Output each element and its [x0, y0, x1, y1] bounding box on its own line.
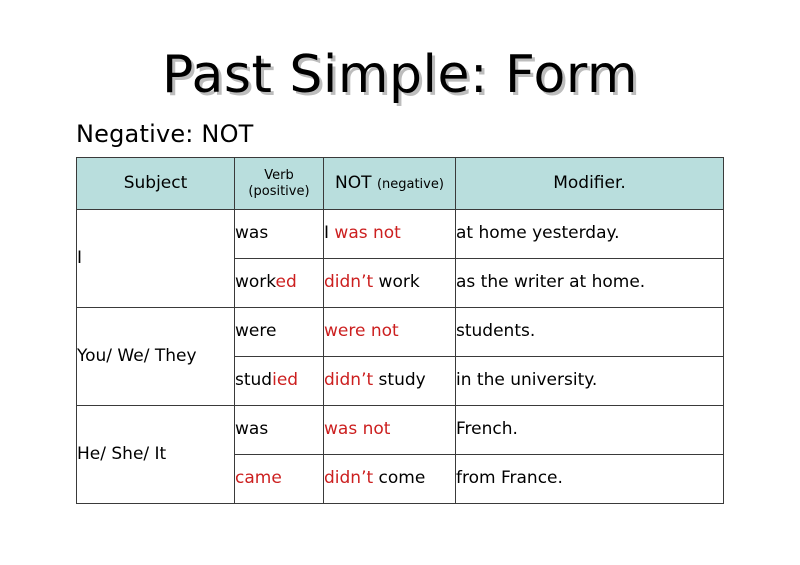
modifier-cell: at home yesterday. — [455, 209, 724, 259]
negative-marker: didn’t — [324, 468, 374, 489]
negative-cell: didn’t study — [323, 356, 456, 406]
verb-cell: came — [234, 454, 324, 504]
subject-label: I — [77, 247, 83, 268]
header-verb-label: Verb — [264, 168, 294, 184]
verb-cell: was — [234, 209, 324, 259]
table-row: I was I was not at home yesterday. — [76, 209, 724, 308]
verb-stem: were — [235, 321, 277, 342]
modifier-label: from France. — [456, 468, 563, 489]
header-not-sublabel: (negative) — [376, 177, 444, 193]
subject-cell: You/ We/ They — [76, 307, 235, 406]
slide-subtitle: Negative: NOT — [76, 120, 254, 148]
table-body: I was I was not at home yesterday. worke… — [76, 209, 724, 504]
header-modifier-label: Modifier. — [553, 173, 626, 194]
modifier-cell: from France. — [455, 454, 724, 504]
table-row: He/ She/ It was was not French. — [76, 405, 724, 504]
verb-cell: were — [234, 307, 324, 357]
negative-suffix: study — [373, 370, 426, 391]
verb-ending: ied — [272, 370, 299, 391]
negative-marker: was not — [334, 223, 401, 244]
negative-cell: were not — [323, 307, 456, 357]
negative-cell: didn’t work — [323, 258, 456, 308]
negative-suffix: work — [373, 272, 420, 293]
verb-ending: ed — [275, 272, 297, 293]
modifier-cell: in the university. — [455, 356, 724, 406]
subject-label: You/ We/ They — [77, 345, 197, 366]
table-header-row: Subject Verb (positive) NOT (negative) M… — [76, 157, 724, 210]
verb-cell: worked — [234, 258, 324, 308]
verb-stem: was — [235, 223, 269, 244]
verb-ending: came — [235, 468, 282, 489]
header-modifier: Modifier. — [455, 157, 724, 210]
header-verb: Verb (positive) — [234, 157, 324, 210]
modifier-label: students. — [456, 321, 536, 342]
modifier-cell: French. — [455, 405, 724, 455]
negative-cell: didn’t come — [323, 454, 456, 504]
verb-cell: studied — [234, 356, 324, 406]
header-not: NOT (negative) — [323, 157, 456, 210]
negative-suffix: come — [373, 468, 426, 489]
header-subject: Subject — [76, 157, 235, 210]
verb-cell: was — [234, 405, 324, 455]
negative-marker: didn’t — [324, 272, 374, 293]
verb-stem: work — [235, 272, 276, 293]
table-row: You/ We/ They were were not students. — [76, 307, 724, 406]
negative-marker: was not — [324, 419, 391, 440]
header-subject-label: Subject — [123, 173, 188, 194]
negative-marker: didn’t — [324, 370, 374, 391]
modifier-label: as the writer at home. — [456, 272, 646, 293]
negative-marker: were not — [324, 321, 399, 342]
negative-cell: I was not — [323, 209, 456, 259]
verb-stem: stud — [235, 370, 273, 391]
modifier-label: French. — [456, 419, 518, 440]
header-not-label: NOT — [335, 173, 372, 194]
header-verb-sublabel: (positive) — [248, 183, 310, 199]
modifier-label: in the university. — [456, 370, 598, 391]
negative-prefix: I — [324, 223, 335, 244]
subject-cell: He/ She/ It — [76, 405, 235, 504]
past-simple-negative-table: Subject Verb (positive) NOT (negative) M… — [76, 157, 724, 504]
modifier-cell: as the writer at home. — [455, 258, 724, 308]
subject-cell: I — [76, 209, 235, 308]
modifier-label: at home yesterday. — [456, 223, 620, 244]
negative-cell: was not — [323, 405, 456, 455]
modifier-cell: students. — [455, 307, 724, 357]
page-title: Past Simple: Form — [162, 45, 638, 105]
verb-stem: was — [235, 419, 269, 440]
subject-label: He/ She/ It — [77, 443, 167, 464]
